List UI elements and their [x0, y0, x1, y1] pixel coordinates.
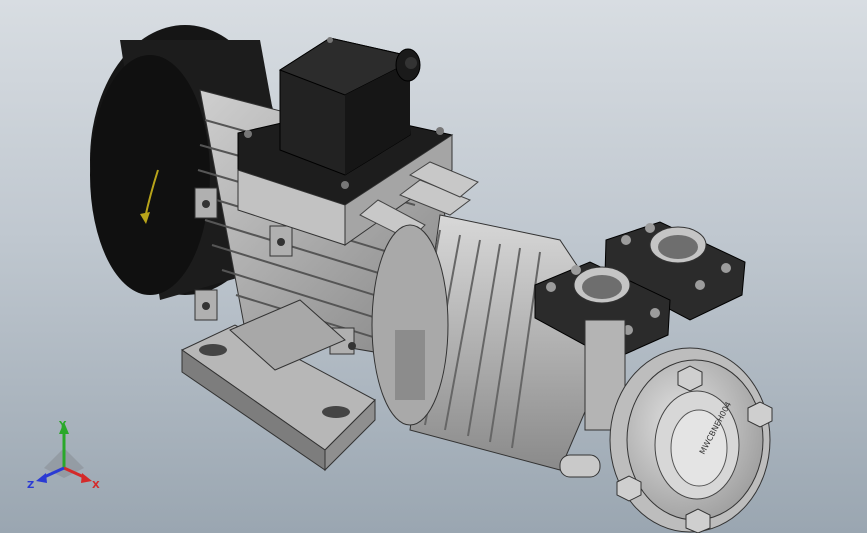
x-axis-label: X	[92, 480, 100, 491]
z-axis-label: Z	[27, 480, 34, 491]
drain-port	[559, 454, 601, 478]
pump-front-cover: MWCBNEH004	[609, 347, 773, 533]
x-axis-arrow-icon	[81, 473, 92, 483]
z-axis-arrow-icon	[36, 473, 47, 483]
cad-viewport[interactable]: MWCBNEH004 Y X Z	[0, 0, 867, 533]
pump-motor-model[interactable]: MWCBNEH004	[0, 0, 867, 533]
y-axis-label: Y	[58, 420, 67, 431]
axis-triad: Y X Z	[27, 420, 100, 491]
